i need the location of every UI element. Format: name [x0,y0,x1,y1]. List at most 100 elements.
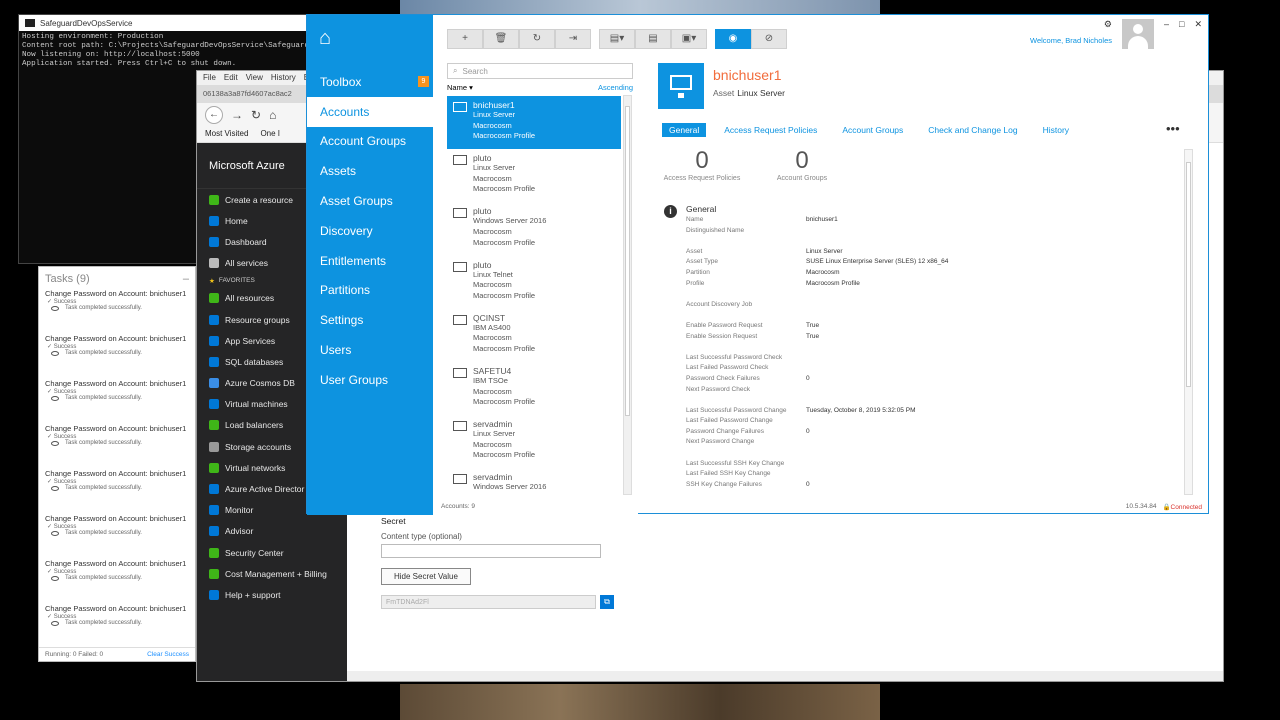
nav-assets[interactable]: Assets [307,156,433,186]
close-window-icon[interactable]: ✕ [1194,19,1202,30]
account-name: pluto [473,153,492,164]
maximize-window-icon[interactable]: □ [1179,19,1184,29]
list-scrollbar[interactable] [623,95,632,495]
nav-settings[interactable]: Settings [307,305,433,335]
welcome-text[interactable]: Welcome, Brad Nicholes [1030,36,1112,45]
hide-secret-button[interactable]: Hide Secret Value [381,568,471,585]
eye-icon[interactable] [51,485,59,491]
home-button[interactable]: ⌂ [269,108,276,122]
task-item[interactable]: Change Password on Account: bnichuser1 ✓ … [39,422,195,467]
nav-asset-groups[interactable]: Asset Groups [307,186,433,216]
menu-item-edit[interactable]: Edit [224,73,238,83]
task-item[interactable]: Change Password on Account: bnichuser1 ✓ … [39,602,195,647]
copy-icon[interactable]: ⧉ [600,595,614,609]
console-title: SafeguardDevOpsService [40,18,133,28]
account-detail-line: IBM AS400 [473,322,511,332]
property-key: Password Change Failures [686,427,765,435]
property-row: Next Password Change [686,438,1166,449]
task-item[interactable]: Change Password on Account: bnichuser1 ✓ … [39,377,195,422]
account-list-item[interactable]: QCINST IBM AS400 Macrocosm Macrocosm Profil… [447,309,621,362]
horizontal-scrollbar[interactable] [347,671,1223,681]
account-list-item[interactable]: bnichuser1 Linux Server Macrocosm Macrocosm… [447,96,621,149]
detail-scroll-thumb[interactable] [1186,162,1191,387]
azure-fav-advisor[interactable]: Advisor [197,521,347,542]
tab-access-request-policies[interactable]: Access Request Policies [717,123,824,137]
detail-scrollbar[interactable] [1184,149,1193,495]
eye-icon[interactable] [51,620,59,626]
console-titlebar[interactable]: SafeguardDevOpsService [19,15,317,31]
minimize-icon[interactable]: – [183,273,189,285]
account-list-item[interactable]: SAFETU4 IBM TSOe Macrocosm Macrocosm Profil… [447,362,621,415]
tab-history[interactable]: History [1036,123,1076,137]
sort-column[interactable]: Name ▾ [447,83,473,92]
nav-users[interactable]: Users [307,335,433,365]
tab-check-and-change-log[interactable]: Check and Change Log [921,123,1024,137]
search-input[interactable]: ⌕ Search [447,63,633,79]
refresh-button[interactable]: ↻ [519,29,555,49]
task-item[interactable]: Change Password on Account: bnichuser1 ✓ … [39,287,195,332]
count-tile[interactable]: 0 Access Request Policies [662,147,742,182]
eye-icon[interactable] [51,575,59,581]
reload-button[interactable]: ↻ [251,108,261,122]
azure-fav-icon [209,420,219,431]
azure-fav-help-support[interactable]: Help + support [197,584,347,605]
eye-icon[interactable] [51,530,59,536]
home-icon[interactable]: ⌂ [307,15,433,67]
eye-icon[interactable] [51,305,59,311]
nav-discovery[interactable]: Discovery [307,216,433,246]
add-button[interactable]: + [447,29,483,49]
avatar[interactable] [1122,19,1154,49]
account-list-item[interactable]: pluto Linux Telnet Macrocosm Macrocosm Prof… [447,256,621,309]
task-message-row: Task completed successfully. [45,395,189,401]
property-key: SSH Key Change Failures [686,480,762,488]
azure-fav-label: Cost Management + Billing [225,568,327,579]
property-key: Distinguished Name [686,226,745,234]
sort-order[interactable]: Ascending [598,83,633,92]
nav-account-groups[interactable]: Account Groups [307,127,433,157]
list-scroll-thumb[interactable] [625,106,630,416]
forward-button[interactable]: → [231,108,243,122]
nav-partitions[interactable]: Partitions [307,276,433,306]
account-list-item[interactable]: servadmin Linux Server Macrocosm Macrocosm … [447,415,621,468]
nav-accounts[interactable]: Accounts [307,96,433,127]
clear-success-link[interactable]: Clear Success [147,651,189,658]
account-list-item[interactable]: pluto Linux Server Macrocosm Macrocosm Prof… [447,149,621,202]
eye-icon[interactable] [51,395,59,401]
count-tile[interactable]: 0 Account Groups [762,147,842,182]
more-icon[interactable]: ••• [1166,121,1180,136]
task-item[interactable]: Change Password on Account: bnichuser1 ✓ … [39,557,195,602]
menu-item-view[interactable]: View [246,73,263,83]
minimize-window-icon[interactable]: – [1164,19,1169,29]
nav-toolbox[interactable]: Toolbox 9 [307,67,433,97]
account-list-item[interactable]: servadmin Windows Server 2016 [447,468,621,491]
account-detail-line: Macrocosm Profile [473,131,536,141]
task-title: Change Password on Account: bnichuser1 [45,469,187,478]
content-type-input[interactable] [381,544,601,558]
nav-entitlements[interactable]: Entitlements [307,246,433,276]
azure-fav-security-center[interactable]: Security Center [197,542,347,563]
secret-value-field[interactable]: FmTDNAd2Fl [381,595,596,609]
account-detail-line: Macrocosm [473,120,512,130]
account-text: SAFETU4 IBM TSOe Macrocosm Macrocosm Profil… [473,366,535,411]
azure-fav-label: SQL databases [225,356,284,367]
back-button[interactable]: ← [205,106,223,124]
view-menu-button[interactable]: ▤▾ [599,29,635,49]
azure-fav-cost-management-billing[interactable]: Cost Management + Billing [197,563,347,584]
menu-item-history[interactable]: History [271,73,296,83]
eye-icon[interactable] [51,440,59,446]
account-detail-line: Macrocosm [473,173,512,183]
eye-icon[interactable] [51,350,59,356]
task-item[interactable]: Change Password on Account: bnichuser1 ✓ … [39,332,195,377]
export-button[interactable]: ⇥ [555,29,591,49]
delete-button[interactable]: 🗑 [483,29,519,49]
settings-icon[interactable]: ⚙ [1030,19,1112,30]
task-item[interactable]: Change Password on Account: bnichuser1 ✓ … [39,512,195,557]
tab-account-groups[interactable]: Account Groups [835,123,910,137]
nav-user-groups[interactable]: User Groups [307,365,433,395]
bookmark-one[interactable]: One I [260,129,280,140]
task-item[interactable]: Change Password on Account: bnichuser1 ✓ … [39,467,195,512]
bookmark-most-visited[interactable]: Most Visited [205,129,248,140]
menu-item-file[interactable]: File [203,73,216,83]
tab-general[interactable]: General [662,123,707,137]
account-list-item[interactable]: pluto Windows Server 2016 Macrocosm Macroco… [447,202,621,255]
